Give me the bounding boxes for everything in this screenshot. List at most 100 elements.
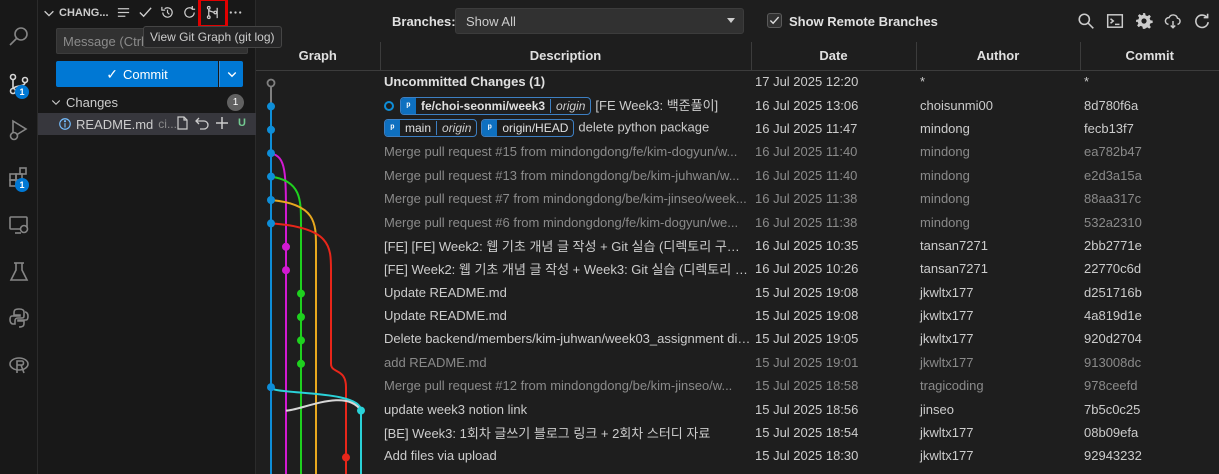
view-git-graph-button[interactable] (197, 0, 228, 28)
column-header-author[interactable]: Author (916, 42, 1081, 71)
git-graph-toolbar (1076, 11, 1211, 30)
branch-ref-badge[interactable]: ᵖ main origin (384, 119, 478, 138)
commit-author: mindong (920, 167, 970, 183)
commit-node[interactable] (267, 383, 275, 392)
commit-row[interactable]: Update README.md 15 Jul 2025 19:08 jkwltx1… (256, 304, 1219, 327)
commit-row[interactable]: [BE] Week3: 1회차 글쓰기 블로그 링크 + 2회차 스터디 자료 1… (256, 421, 1219, 444)
commit-row[interactable]: [FE] Week2: 웹 기초 개념 글 작성 + Week3: Git 실습… (256, 257, 1219, 280)
commit-row[interactable]: Merge pull request #13 from mindongdong/… (256, 164, 1219, 187)
search-icon (9, 27, 28, 46)
chevron-down-icon[interactable] (42, 6, 56, 20)
commit-node[interactable] (297, 289, 305, 298)
commit-row[interactable]: Merge pull request #6 from mindongdong/f… (256, 210, 1219, 233)
open-file-icon[interactable] (174, 115, 190, 131)
commit-row[interactable]: add README.md 15 Jul 2025 19:01 jkwltx177 9… (256, 351, 1219, 374)
commit-node[interactable] (267, 172, 275, 181)
commit-date: 15 Jul 2025 19:05 (755, 331, 859, 347)
commit-node[interactable] (297, 336, 305, 345)
activity-extensions[interactable]: 1 (0, 157, 38, 197)
graph-lane-white (285, 399, 362, 412)
commit-check-button[interactable] (135, 2, 157, 24)
commit-row[interactable]: update week3 notion link 15 Jul 2025 18:5… (256, 397, 1219, 420)
file-status-badge: U (238, 117, 246, 129)
activity-r[interactable] (0, 345, 38, 385)
commit-message: [FE] Week2: 웹 기초 개념 글 작성 + Week3: Git 실습… (384, 262, 751, 278)
branch-select-value: Show All (466, 13, 516, 29)
discard-changes-icon[interactable] (194, 115, 210, 131)
uncommitted-node[interactable] (266, 78, 276, 88)
changes-group[interactable]: Changes 1 (38, 91, 256, 113)
commit-date: 16 Jul 2025 11:38 (755, 191, 858, 207)
refresh-graph-button[interactable] (1192, 11, 1211, 30)
commit-hash: 8d780f6a (1084, 97, 1139, 113)
activity-remote-explorer[interactable] (0, 205, 38, 245)
terminal-button[interactable] (1105, 11, 1124, 30)
commit-message: Merge pull request #13 from mindongdong/… (384, 167, 740, 183)
commit-hash: * (1084, 74, 1090, 90)
column-header-description[interactable]: Description (380, 42, 752, 71)
refresh-button[interactable] (179, 2, 201, 24)
commit-row[interactable]: Add files via upload 15 Jul 2025 18:30 jkw… (256, 444, 1219, 467)
commit-message: [FE Week3: 백준풀이] (595, 97, 719, 113)
commit-date: 15 Jul 2025 18:54 (755, 425, 859, 441)
commit-description: add README.md (380, 351, 751, 374)
commit-message: Update README.md (384, 308, 507, 324)
commit-hash: 920d2704 (1084, 331, 1142, 347)
activity-testing[interactable] (0, 252, 38, 292)
activity-search[interactable] (0, 17, 38, 57)
branches-label: Branches: (392, 14, 456, 29)
commit-node[interactable] (357, 406, 365, 415)
commit-node[interactable] (282, 266, 290, 275)
commit-date: 16 Jul 2025 11:38 (755, 214, 858, 230)
commit-row[interactable]: Update README.md 15 Jul 2025 19:08 jkwltx1… (256, 281, 1219, 304)
check-icon (139, 7, 152, 18)
find-button[interactable] (1076, 11, 1095, 30)
branch-ref-badge[interactable]: ᵖ fe/choi-seonmi/week3 origin (400, 97, 592, 116)
commit-row[interactable]: Merge pull request #12 from mindongdong/… (256, 374, 1219, 397)
commit-node[interactable] (282, 242, 290, 251)
view-as-list-button[interactable] (113, 2, 135, 24)
commit-node[interactable] (297, 313, 305, 321)
commit-node[interactable] (297, 359, 305, 368)
column-header-date[interactable]: Date (751, 42, 917, 71)
commit-row[interactable]: Delete backend/members/kim-juhwan/week03… (256, 327, 1219, 350)
commit-node[interactable] (267, 149, 275, 158)
column-header-commit[interactable]: Commit (1080, 42, 1219, 71)
commit-message: [BE] Week3: 1회차 글쓰기 블로그 링크 + 2회차 스터디 자료 (384, 426, 711, 442)
commit-row[interactable]: Merge pull request #7 from mindongdong/b… (256, 187, 1219, 210)
commit-node[interactable] (267, 125, 275, 134)
fetch-button[interactable] (1163, 11, 1182, 30)
stage-changes-icon[interactable] (214, 115, 230, 131)
commit-description: ᵖ main origin ᵖ origin/HEAD delete python pac… (380, 117, 751, 140)
commit-date: 16 Jul 2025 13:06 (755, 97, 859, 113)
commit-node[interactable] (267, 102, 275, 111)
branch-ref-badge[interactable]: ᵖ origin/HEAD (481, 119, 575, 138)
activity-python[interactable] (0, 298, 38, 338)
commit-button[interactable]: ✓ Commit (56, 61, 218, 87)
activity-run-debug[interactable] (0, 110, 38, 150)
settings-button[interactable] (1134, 11, 1153, 30)
branch-select[interactable]: Show All (455, 8, 744, 34)
commit-row[interactable]: [FE] [FE] Week2: 웹 기초 개념 글 작성 + Git 실습 (… (256, 234, 1219, 257)
commit-node[interactable] (267, 219, 275, 228)
activity-source-control[interactable]: 1 (0, 64, 38, 104)
history-button[interactable] (157, 2, 179, 24)
more-actions-button[interactable] (225, 2, 247, 24)
commit-node[interactable] (267, 196, 275, 204)
commit-row[interactable]: ᵖ main origin ᵖ origin/HEAD delete python pac… (256, 117, 1219, 140)
commit-node[interactable] (342, 453, 350, 462)
refresh-icon (1194, 13, 1209, 28)
commit-dropdown-button[interactable] (219, 61, 243, 87)
git-graph-controls: Branches: Show All Show Remote Branches (256, 0, 1219, 42)
commit-table-body: Uncommitted Changes (1) 17 Jul 2025 12:20… (256, 70, 1219, 468)
commit-row[interactable]: Merge pull request #15 from mindongdong/… (256, 140, 1219, 163)
gear-icon (1135, 12, 1153, 29)
commit-author: tansan7271 (920, 237, 988, 253)
commit-row[interactable]: ᵖ fe/choi-seonmi/week3 origin [FE Week3: 백준… (256, 93, 1219, 116)
commit-row[interactable]: Uncommitted Changes (1) 17 Jul 2025 12:20… (256, 70, 1219, 93)
commit-description: Update README.md (380, 281, 751, 304)
commit-hash: d251716b (1084, 284, 1142, 300)
show-remote-checkbox[interactable] (767, 13, 782, 28)
commit-date: 17 Jul 2025 12:20 (755, 74, 859, 90)
changed-file-item[interactable]: README.md ci... U (38, 113, 256, 135)
